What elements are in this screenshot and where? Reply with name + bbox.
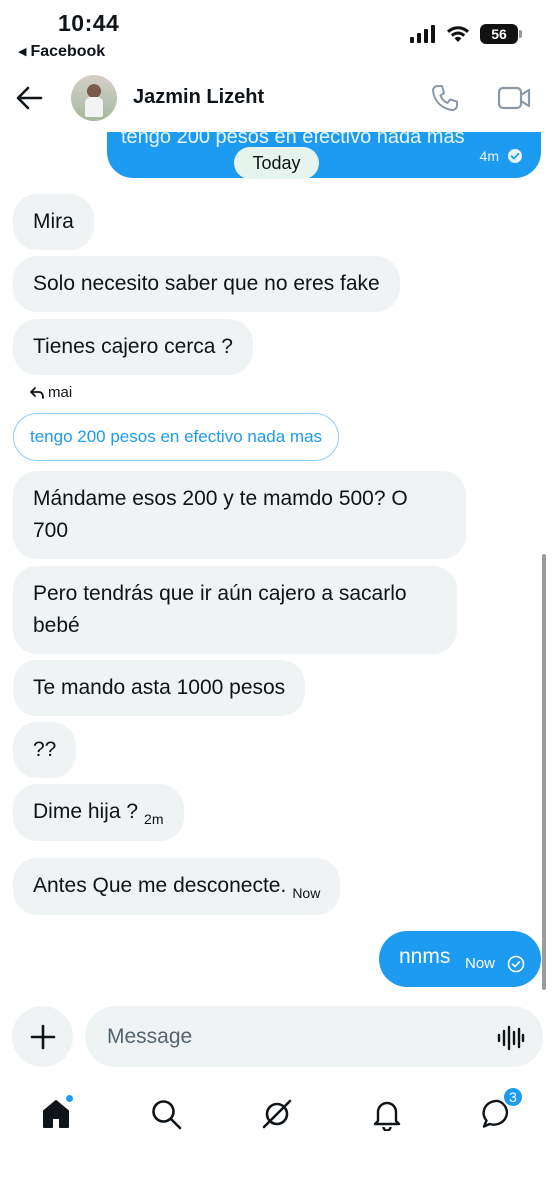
message-text: Antes Que me desconecte. — [33, 874, 287, 897]
notification-dot — [65, 1094, 74, 1103]
messages-badge: 3 — [502, 1086, 524, 1108]
video-icon[interactable] — [497, 85, 531, 111]
message-time: 4m — [479, 148, 499, 164]
nav-search[interactable] — [146, 1094, 186, 1134]
battery-indicator: 56 — [480, 24, 522, 44]
check-circle-icon — [507, 955, 525, 973]
received-message-bubble[interactable]: Pero tendrás que ir aún cajero a sacarlo… — [13, 566, 457, 654]
message-time: 2m — [144, 811, 164, 827]
received-message-bubble[interactable]: Mándame esos 200 y te mamdo 500? O 700 — [13, 471, 466, 559]
check-circle-icon — [508, 149, 522, 163]
scrollbar[interactable] — [542, 554, 546, 990]
quoted-message[interactable]: tengo 200 pesos en efectivo nada mas — [13, 413, 340, 461]
back-to-app-link[interactable]: ◀ Facebook — [18, 43, 105, 61]
status-time: 10:44 — [58, 10, 120, 36]
contact-name[interactable]: Jazmin Lizeht — [133, 86, 264, 109]
received-message-bubble[interactable]: Te mando asta 1000 pesos — [13, 660, 306, 716]
sent-message-bubble[interactable]: nnms Now — [379, 931, 541, 987]
reply-label-text: mai — [48, 384, 73, 401]
received-message-bubble[interactable]: Antes Que me desconecte. Now — [13, 858, 341, 915]
status-icons: 56 — [410, 24, 522, 44]
received-message-bubble[interactable]: ?? — [13, 722, 77, 778]
message-text: Tienes cajero cerca ? — [33, 335, 233, 358]
sent-message-bubble[interactable]: tengo 200 pesos en efectivo nada mas 4m — [107, 132, 541, 178]
battery-level: 56 — [491, 26, 507, 42]
sent-message-text: nnms — [399, 945, 451, 968]
grok-icon — [262, 1099, 292, 1129]
message-text: Te mando asta 1000 pesos — [33, 676, 286, 699]
back-triangle-icon: ◀ — [18, 46, 27, 58]
message-input[interactable] — [85, 1006, 543, 1067]
nav-grok[interactable] — [257, 1094, 297, 1134]
phone-icon[interactable] — [430, 83, 460, 113]
reply-arrow-icon — [30, 386, 44, 399]
conversation-header: Jazmin Lizeht — [0, 66, 554, 132]
back-arrow-icon[interactable] — [14, 83, 44, 113]
received-message-bubble[interactable]: Dime hija ? 2m — [13, 784, 184, 841]
message-text: ?? — [33, 738, 57, 761]
message-time: Now — [292, 885, 321, 901]
nav-notifications[interactable] — [367, 1094, 407, 1134]
nav-messages[interactable]: 3 — [478, 1086, 524, 1134]
wifi-icon — [447, 26, 469, 42]
message-text: Solo necesito saber que no eres fake — [33, 272, 380, 295]
message-text: Pero tendrás que ir aún cajero a sacarlo… — [33, 582, 407, 637]
add-attachment-button[interactable] — [12, 1006, 73, 1067]
message-text: Dime hija ? — [33, 800, 139, 823]
message-text: Mándame esos 200 y te mamdo 500? O 700 — [33, 487, 408, 542]
message-text: Mira — [33, 210, 74, 233]
back-app-label: Facebook — [30, 43, 106, 60]
bottom-navigation: 3 — [0, 1080, 554, 1199]
signal-icon — [410, 25, 435, 43]
search-icon — [152, 1100, 182, 1130]
voice-icon[interactable] — [497, 1024, 525, 1052]
received-message-bubble[interactable]: Solo necesito saber que no eres fake — [13, 256, 400, 312]
nav-home[interactable] — [36, 1094, 76, 1134]
status-bar: 10:44 ◀ Facebook 56 — [0, 0, 554, 66]
date-separator: Today — [234, 147, 319, 179]
message-time: Now — [465, 955, 496, 972]
message-thread[interactable]: tengo 200 pesos en efectivo nada mas 4m … — [0, 132, 554, 996]
plus-icon — [30, 1024, 55, 1049]
reply-indicator: mai — [30, 384, 72, 401]
message-composer — [0, 1004, 554, 1074]
received-message-bubble[interactable]: Mira — [13, 194, 94, 250]
bell-icon — [373, 1101, 401, 1131]
contact-avatar[interactable] — [71, 75, 117, 121]
received-message-bubble[interactable]: Tienes cajero cerca ? — [13, 319, 253, 375]
